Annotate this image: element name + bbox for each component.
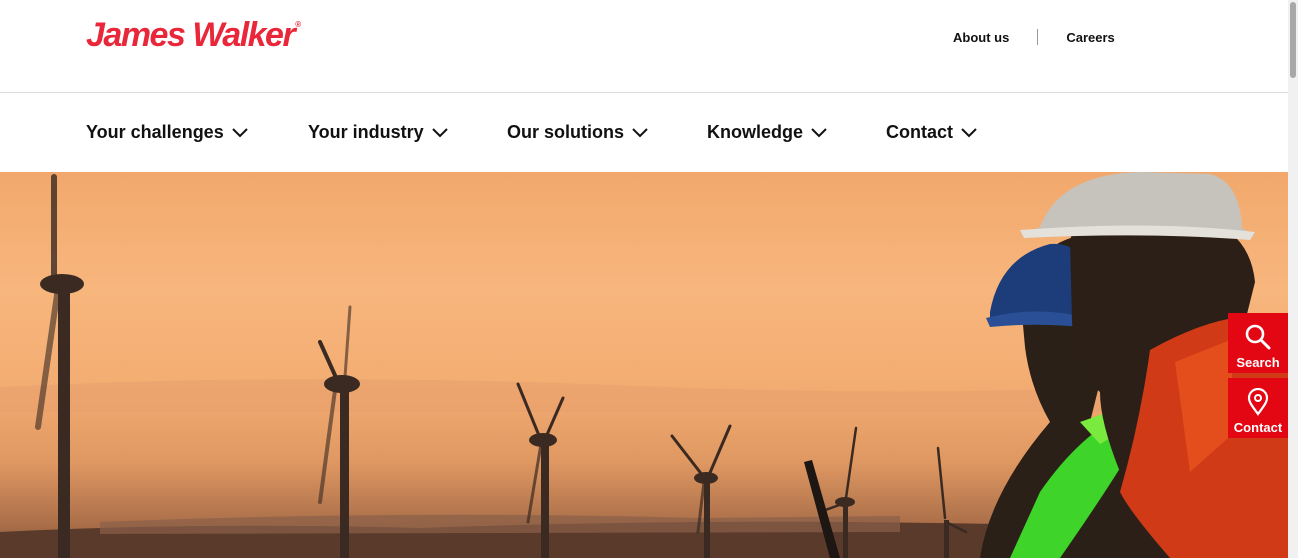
nav-label: Your challenges xyxy=(86,122,224,142)
nav-label: Our solutions xyxy=(507,122,624,142)
search-icon xyxy=(1245,324,1271,350)
logo-registered-mark: ® xyxy=(295,20,302,29)
james-walker-logo[interactable]: James Walker® xyxy=(86,16,302,55)
scrollbar-thumb[interactable] xyxy=(1290,2,1296,78)
nav-contact[interactable]: Contact xyxy=(886,122,977,143)
utility-divider xyxy=(1037,29,1039,45)
hero-scene-illustration xyxy=(0,172,1288,558)
nav-your-industry[interactable]: Your industry xyxy=(308,122,448,143)
chevron-down-icon xyxy=(961,127,977,137)
nav-knowledge[interactable]: Knowledge xyxy=(707,122,827,143)
utility-nav: About us Careers xyxy=(953,29,1115,45)
nav-label: Contact xyxy=(886,122,953,142)
nav-label: Your industry xyxy=(308,122,424,142)
map-pin-icon xyxy=(1247,388,1269,416)
search-button-label: Search xyxy=(1236,355,1280,370)
contact-button-label: Contact xyxy=(1233,420,1283,435)
chevron-down-icon xyxy=(232,127,248,137)
nav-label: Knowledge xyxy=(707,122,804,142)
floating-search-button[interactable]: Search xyxy=(1228,313,1288,373)
chevron-down-icon xyxy=(811,127,827,137)
about-us-link[interactable]: About us xyxy=(953,30,1009,45)
hero-image xyxy=(0,172,1288,558)
careers-link[interactable]: Careers xyxy=(1066,30,1114,45)
main-nav: Your challenges Your industry Our soluti… xyxy=(0,93,1288,172)
logo-text: James Walker xyxy=(86,16,296,54)
chevron-down-icon xyxy=(632,127,648,137)
floating-contact-button[interactable]: Contact xyxy=(1228,378,1288,438)
page-scrollbar[interactable] xyxy=(1288,0,1298,558)
chevron-down-icon xyxy=(431,127,448,137)
nav-our-solutions[interactable]: Our solutions xyxy=(507,122,648,143)
top-header: James Walker® About us Careers xyxy=(0,0,1288,93)
nav-your-challenges[interactable]: Your challenges xyxy=(86,122,248,143)
